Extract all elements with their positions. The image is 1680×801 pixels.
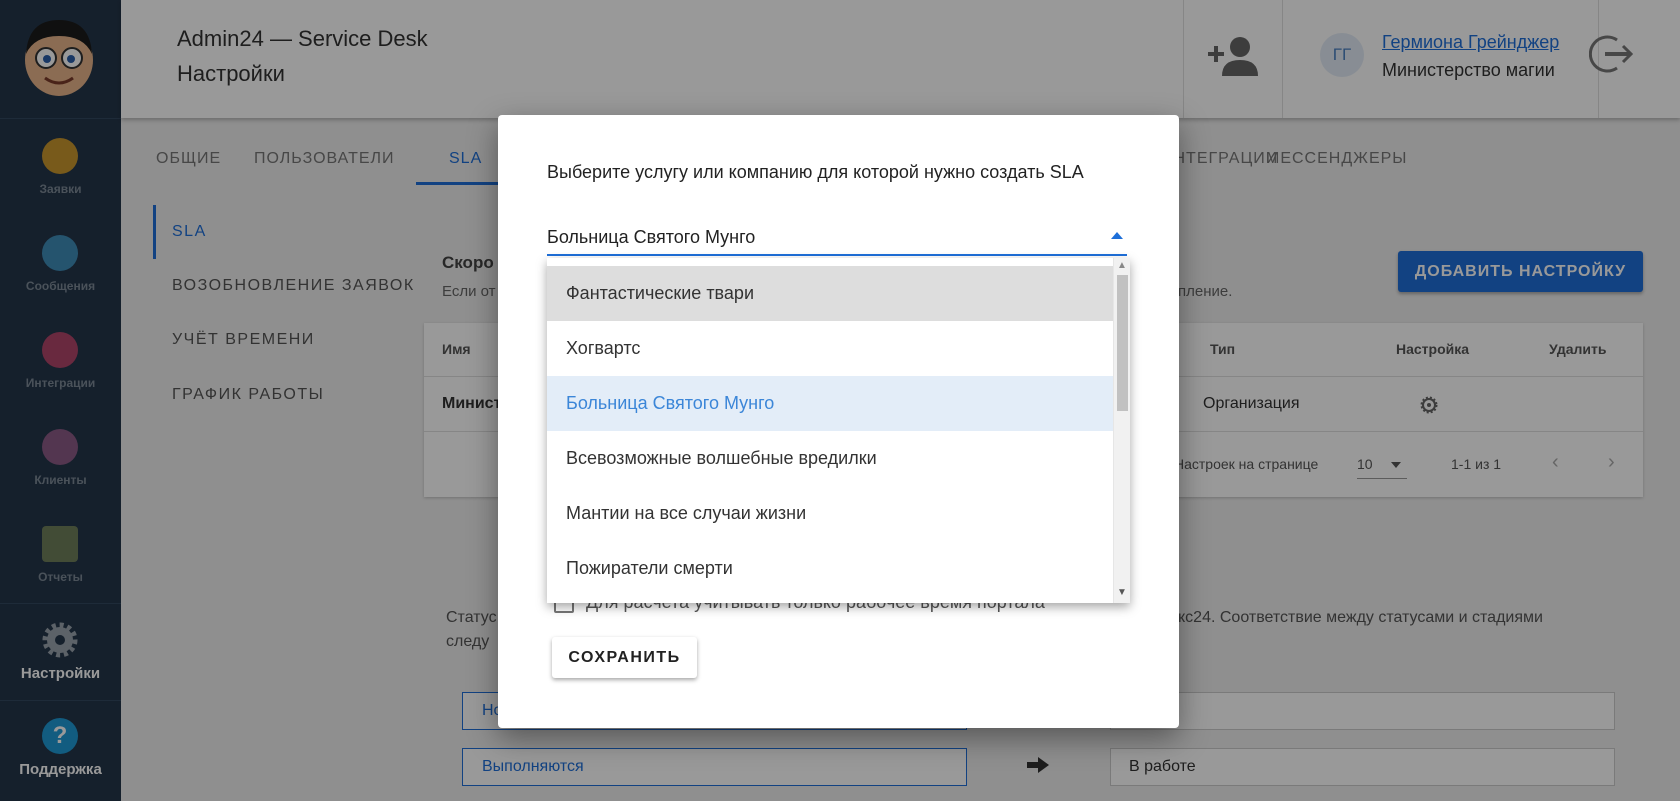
dropdown-option[interactable]: Фантастические твари — [547, 266, 1113, 321]
dropdown-option[interactable]: Хогвартс — [547, 321, 1113, 376]
service-dropdown-list: Фантастические твари Хогвартс Больница С… — [547, 258, 1130, 603]
dialog-title: Выберите услугу или компанию для которой… — [547, 162, 1084, 182]
dropdown-option[interactable]: Мантии на все случаи жизни — [547, 486, 1113, 541]
select-value: Больница Святого Мунго — [547, 227, 756, 247]
chevron-up-icon — [1111, 232, 1123, 239]
scroll-down-icon[interactable]: ▼ — [1117, 587, 1127, 598]
dropdown-option[interactable]: Всевозможные волшебные вредилки — [547, 431, 1113, 486]
save-button[interactable]: СОХРАНИТЬ — [552, 637, 697, 678]
dropdown-scrollbar-thumb[interactable] — [1117, 275, 1128, 411]
service-select[interactable]: Больница Святого Мунго — [547, 224, 1127, 256]
dropdown-option[interactable]: Пожиратели смерти — [547, 541, 1113, 596]
scroll-up-icon[interactable]: ▲ — [1117, 260, 1127, 271]
dropdown-option-selected[interactable]: Больница Святого Мунго — [547, 376, 1113, 431]
